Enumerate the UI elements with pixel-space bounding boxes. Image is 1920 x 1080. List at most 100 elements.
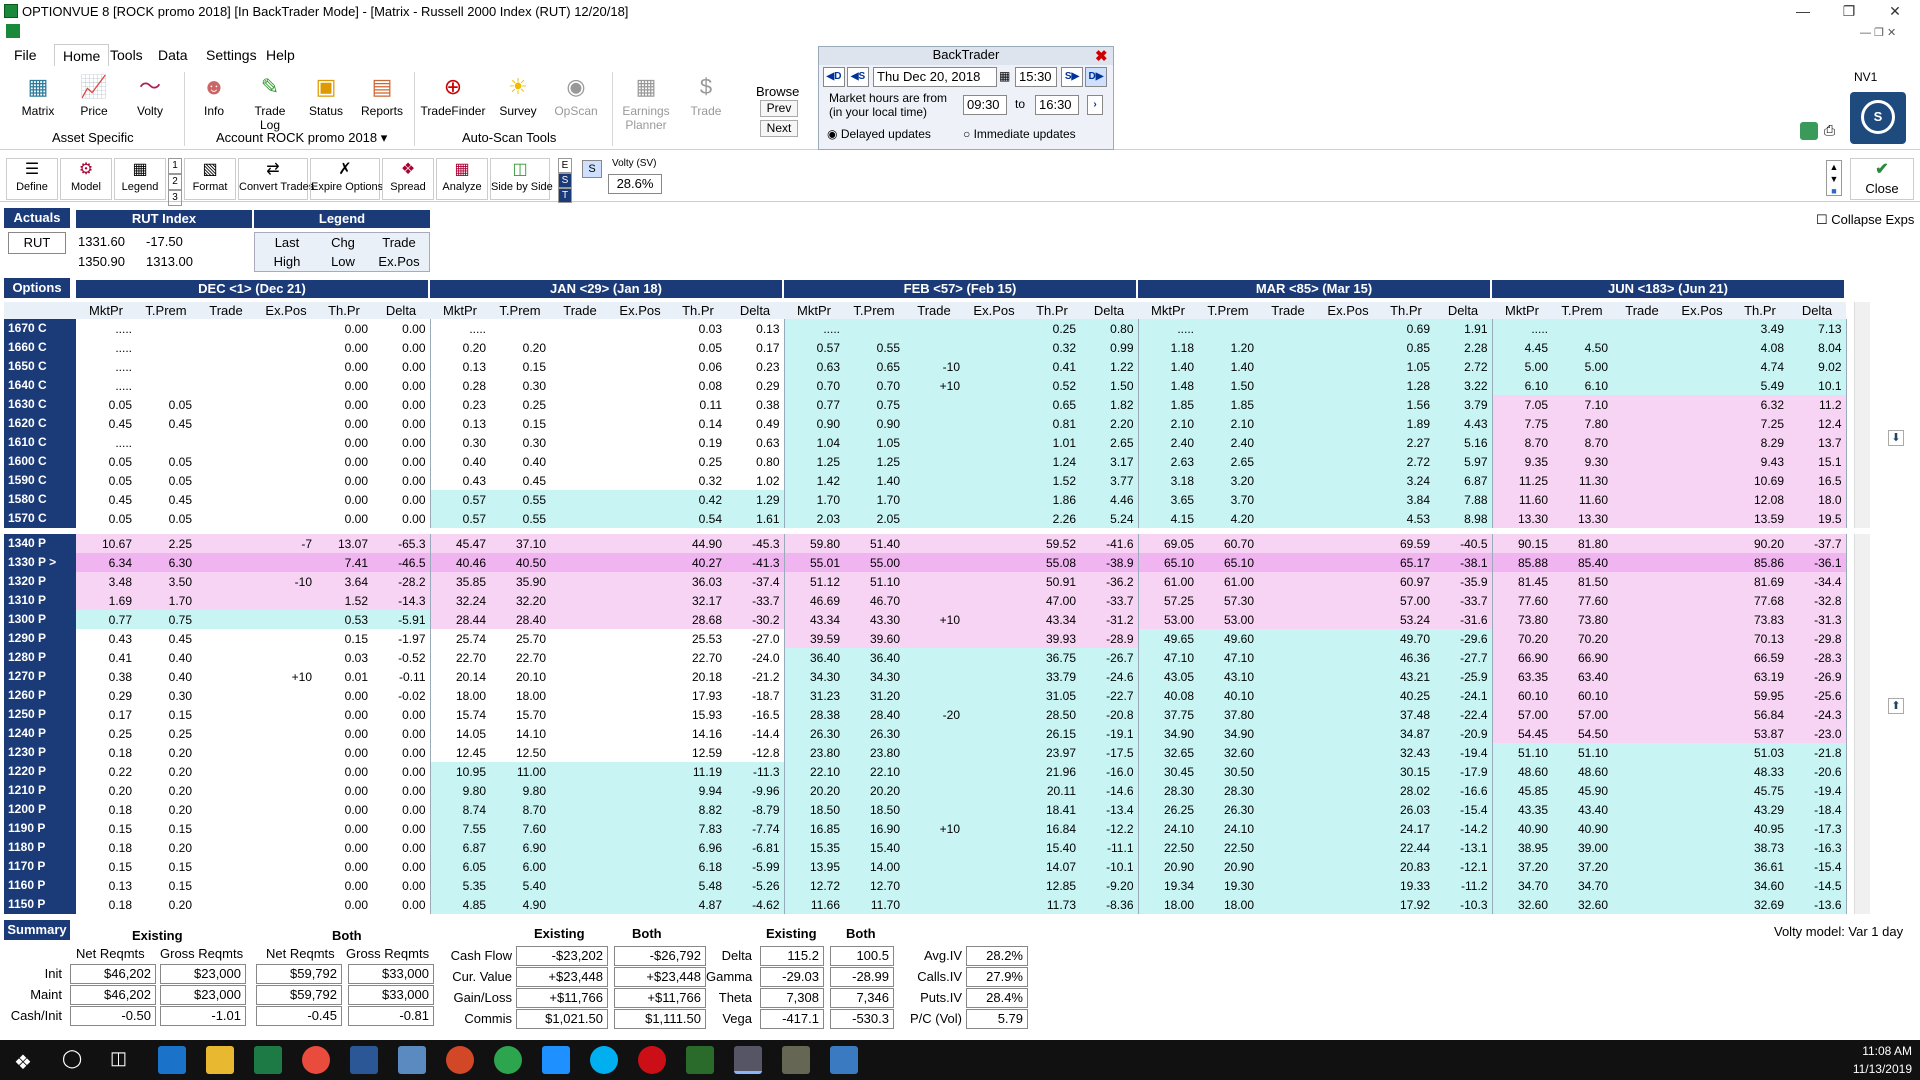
legend-button[interactable]: ▦ Legend [114, 158, 166, 200]
cell[interactable] [1672, 414, 1732, 433]
cell[interactable]: 46.36 [1378, 648, 1434, 667]
cell[interactable]: 50.91 [1024, 572, 1080, 591]
cell[interactable]: 7.55 [430, 819, 490, 838]
cell[interactable]: 0.00 [316, 781, 372, 800]
cell[interactable] [1258, 686, 1318, 705]
app-icon-notes[interactable] [398, 1046, 426, 1074]
cell[interactable] [1672, 629, 1732, 648]
cell[interactable]: 0.05 [136, 471, 196, 490]
cell[interactable] [196, 610, 256, 629]
cell[interactable]: 43.34 [1024, 610, 1080, 629]
cell[interactable]: 0.00 [372, 490, 431, 509]
cell[interactable]: 0.00 [372, 414, 431, 433]
cell[interactable]: 32.60 [1198, 743, 1258, 762]
cell[interactable]: 1.70 [844, 490, 904, 509]
cell[interactable] [550, 319, 610, 338]
cell[interactable]: 43.21 [1378, 667, 1434, 686]
cell[interactable] [1612, 591, 1672, 610]
cell[interactable] [904, 648, 964, 667]
strike-label[interactable]: 1290 P [4, 629, 76, 648]
level-buttons[interactable]: 123 [168, 158, 182, 206]
cell[interactable]: 32.60 [1492, 895, 1552, 914]
cell[interactable]: 0.80 [1080, 319, 1139, 338]
cell[interactable]: 24.17 [1378, 819, 1434, 838]
cell[interactable]: -17.3 [1788, 819, 1847, 838]
cell[interactable] [964, 648, 1024, 667]
spin-control[interactable]: ▲ ▼ ■ [1826, 160, 1842, 196]
cell[interactable]: -10.1 [1080, 857, 1139, 876]
strike-label[interactable]: 1270 P [4, 667, 76, 686]
cell[interactable]: 53.00 [1198, 610, 1258, 629]
cell[interactable] [1318, 509, 1378, 528]
cell[interactable] [610, 876, 670, 895]
cell[interactable]: 69.05 [1138, 534, 1198, 553]
cell[interactable]: -6.81 [726, 838, 785, 857]
cell[interactable]: 0.38 [726, 395, 785, 414]
cell[interactable]: 16.84 [1024, 819, 1080, 838]
cell[interactable]: -7.74 [726, 819, 785, 838]
cell[interactable]: 0.30 [430, 433, 490, 452]
cell[interactable]: 2.40 [1138, 433, 1198, 452]
cell[interactable] [844, 319, 904, 338]
cell[interactable] [136, 319, 196, 338]
cell[interactable]: 0.00 [316, 357, 372, 376]
cell[interactable]: 56.84 [1732, 705, 1788, 724]
cell[interactable]: -16.3 [1788, 838, 1847, 857]
cell[interactable] [196, 553, 256, 572]
cell[interactable]: 0.54 [670, 509, 726, 528]
cell[interactable]: -19.1 [1080, 724, 1139, 743]
cell[interactable] [610, 648, 670, 667]
cell[interactable]: -45.3 [726, 534, 785, 553]
cell[interactable]: 0.00 [316, 743, 372, 762]
cell[interactable]: 3.49 [1732, 319, 1788, 338]
cell[interactable]: 34.70 [1492, 876, 1552, 895]
strike-label[interactable]: 1330 P > [4, 553, 76, 572]
cell[interactable]: -27.0 [726, 629, 785, 648]
cell[interactable] [1612, 724, 1672, 743]
cell[interactable] [550, 338, 610, 357]
cell[interactable]: 66.90 [1492, 648, 1552, 667]
strike-label[interactable]: 1310 P [4, 591, 76, 610]
cell[interactable] [964, 857, 1024, 876]
cell[interactable]: 12.45 [430, 743, 490, 762]
cell[interactable]: 55.01 [784, 553, 844, 572]
cell[interactable] [256, 414, 316, 433]
cell[interactable]: 0.25 [1024, 319, 1080, 338]
app-icon-blue[interactable] [830, 1046, 858, 1074]
cell[interactable]: 0.20 [136, 781, 196, 800]
cell[interactable]: 70.13 [1732, 629, 1788, 648]
cell[interactable] [256, 705, 316, 724]
cell[interactable] [610, 357, 670, 376]
cell[interactable] [610, 376, 670, 395]
cell[interactable] [1672, 876, 1732, 895]
cell[interactable]: +10 [904, 610, 964, 629]
cell[interactable] [196, 338, 256, 357]
cell[interactable] [964, 724, 1024, 743]
cell[interactable]: -13.1 [1434, 838, 1493, 857]
cell[interactable]: -29.8 [1788, 629, 1847, 648]
cell[interactable]: 43.35 [1492, 800, 1552, 819]
cell[interactable] [610, 800, 670, 819]
cell[interactable]: 25.53 [670, 629, 726, 648]
cell[interactable] [550, 686, 610, 705]
cell[interactable]: 37.80 [1198, 705, 1258, 724]
cell[interactable] [1258, 876, 1318, 895]
cell[interactable] [196, 414, 256, 433]
cell[interactable] [256, 629, 316, 648]
mdi-controls[interactable]: — ❐ ✕ [1860, 26, 1896, 39]
cell[interactable] [256, 471, 316, 490]
cell[interactable]: 0.30 [490, 433, 550, 452]
cell[interactable]: 0.90 [844, 414, 904, 433]
cell[interactable]: 43.30 [844, 610, 904, 629]
cell[interactable]: 20.90 [1198, 857, 1258, 876]
cell[interactable]: 85.88 [1492, 553, 1552, 572]
cell[interactable] [196, 433, 256, 452]
cell[interactable] [1612, 553, 1672, 572]
cell[interactable]: -5.26 [726, 876, 785, 895]
cell[interactable]: 20.90 [1138, 857, 1198, 876]
cell[interactable]: 8.70 [1492, 433, 1552, 452]
cell[interactable] [1672, 319, 1732, 338]
cell[interactable] [196, 762, 256, 781]
cell[interactable]: 53.24 [1378, 610, 1434, 629]
cell[interactable] [1612, 705, 1672, 724]
